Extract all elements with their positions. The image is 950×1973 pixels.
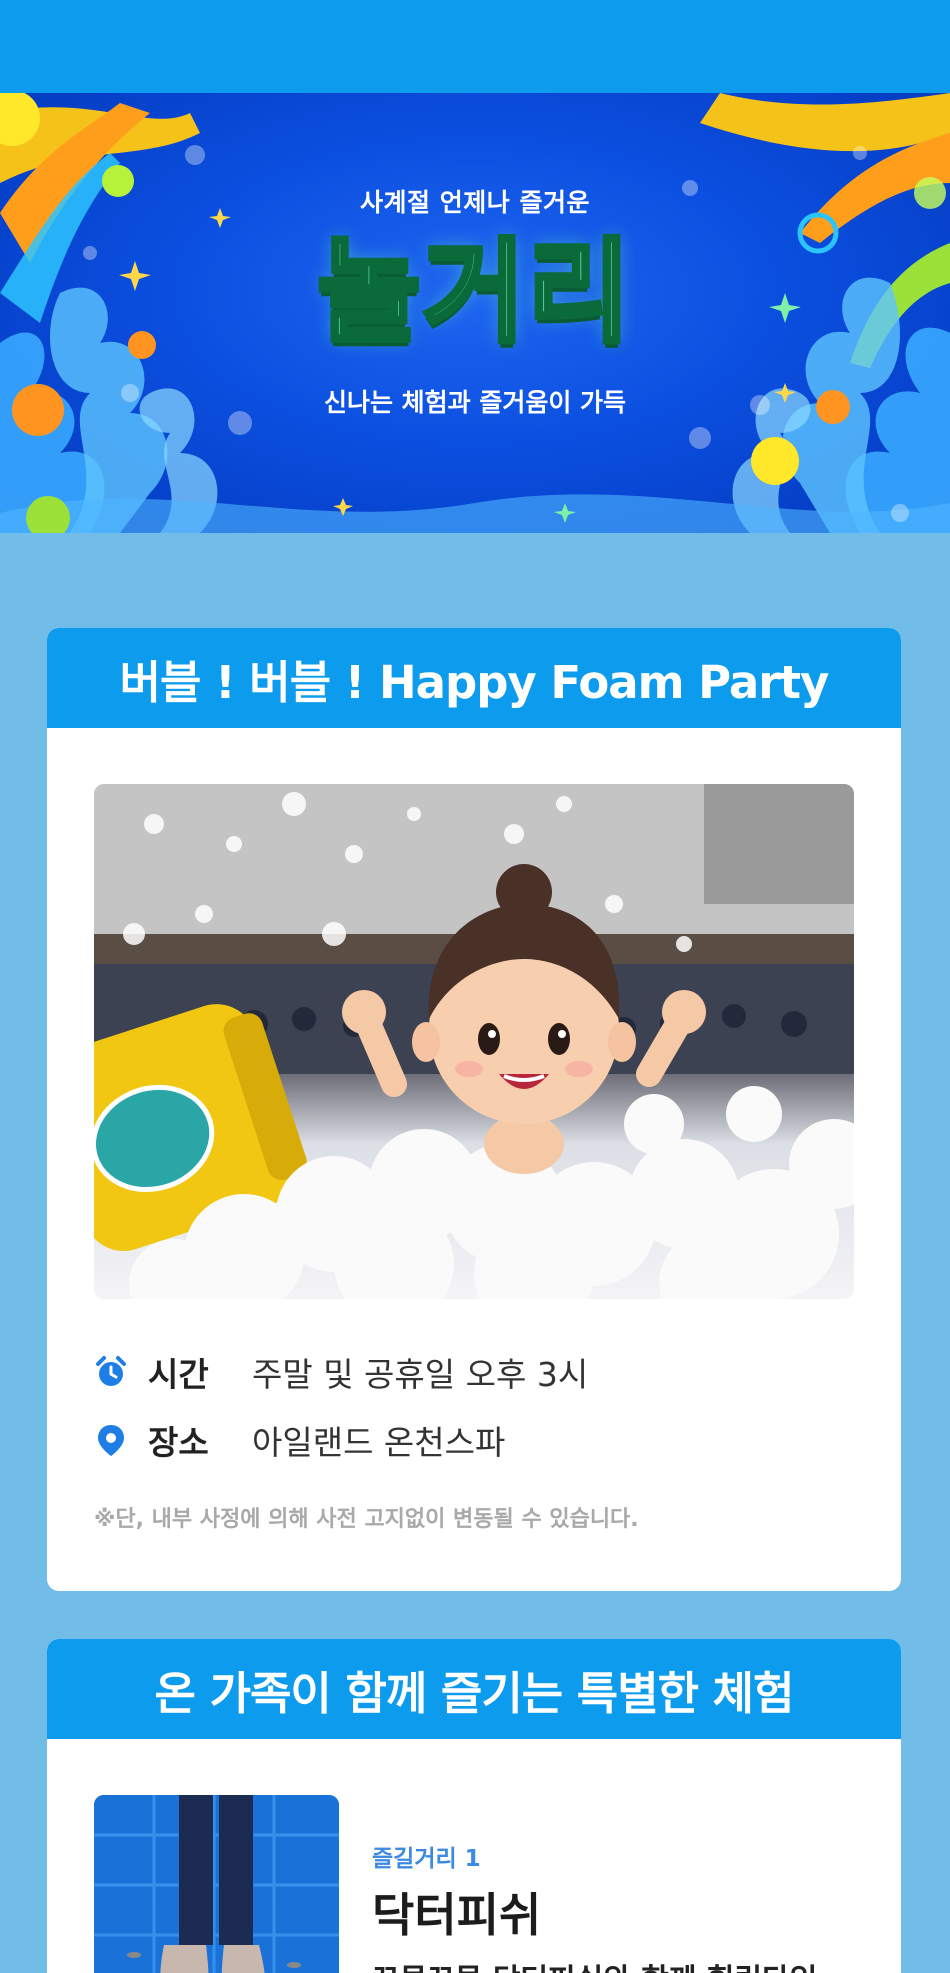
place-row: 장소 아일랜드 온천스파 [94, 1418, 505, 1462]
hero-subtitle: 사계절 언제나 즐거운 [360, 188, 590, 217]
activity-description: 꼬물꼬물 닥터피쉬와 함께 힐링타임 [372, 1955, 817, 1973]
hero-tagline: 신나는 체험과 즐거움이 가득 [323, 388, 627, 417]
foam-party-photo [94, 784, 854, 1299]
place-value: 아일랜드 온천스파 [252, 1423, 506, 1462]
hero-title: 놀거리 [315, 226, 633, 361]
schedule-notice: ※단, 내부 사정에 의해 사전 고지없이 변동될 수 있습니다. [94, 1507, 639, 1532]
hero-banner: 사계절 언제나 즐거운 놀거리 신나는 체험과 즐거움이 가득 [0, 93, 950, 533]
map-pin-icon [98, 1425, 124, 1456]
doctor-fish-photo [94, 1795, 339, 1973]
alarm-clock-icon [96, 1356, 126, 1386]
place-label: 장소 [148, 1423, 209, 1462]
foam-party-card: 버블 ! 버블 ! Happy Foam Party 시간 주말 및 공휴일 오… [47, 628, 901, 1591]
top-bar [0, 0, 950, 93]
foam-party-heading: 버블 ! 버블 ! Happy Foam Party [47, 628, 901, 728]
family-experience-heading: 온 가족이 함께 즐기는 특별한 체험 [47, 1639, 901, 1739]
time-row: 시간 주말 및 공휴일 오후 3시 [94, 1350, 588, 1394]
family-experience-card: 온 가족이 함께 즐기는 특별한 체험 즐길거리 1 닥터피쉬 꼬물꼬물 닥터피… [47, 1639, 901, 1973]
time-label: 시간 [148, 1355, 209, 1394]
activity-tag: 즐길거리 1 [372, 1846, 481, 1872]
activity-name: 닥터피쉬 [372, 1888, 542, 1942]
time-value: 주말 및 공휴일 오후 3시 [252, 1355, 589, 1394]
